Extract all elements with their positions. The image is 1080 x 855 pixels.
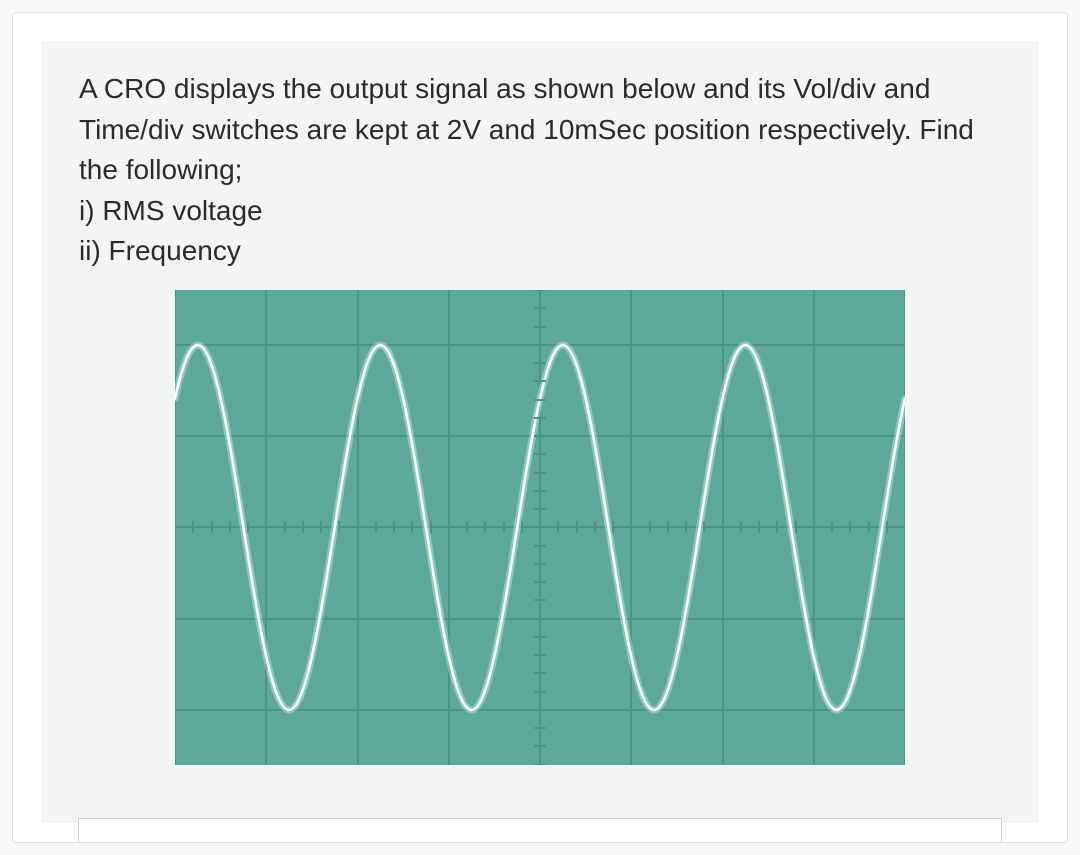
axis-tick-horizontal — [302, 521, 304, 533]
axis-tick-horizontal — [265, 521, 267, 533]
axis-tick-horizontal — [484, 521, 486, 533]
axis-tick-horizontal — [649, 521, 651, 533]
axis-tick-vertical — [534, 508, 546, 510]
axis-tick-vertical — [534, 691, 546, 693]
axis-tick-vertical — [534, 453, 546, 455]
axis-tick-vertical — [534, 380, 546, 382]
axis-tick-horizontal — [229, 521, 231, 533]
axis-tick-horizontal — [795, 521, 797, 533]
axis-tick-vertical — [534, 307, 546, 309]
axis-tick-vertical — [534, 727, 546, 729]
axis-tick-vertical — [534, 599, 546, 601]
axis-tick-vertical — [534, 764, 546, 765]
axis-tick-horizontal — [503, 521, 505, 533]
axis-tick-horizontal — [685, 521, 687, 533]
axis-tick-vertical — [534, 435, 546, 437]
axis-tick-vertical — [534, 636, 546, 638]
axis-tick-horizontal — [338, 521, 340, 533]
axis-tick-horizontal — [466, 521, 468, 533]
axis-tick-horizontal — [868, 521, 870, 533]
axis-tick-horizontal — [594, 521, 596, 533]
axis-tick-horizontal — [521, 521, 523, 533]
question-item-2: ii) Frequency — [79, 231, 1001, 272]
cro-display-container — [79, 290, 1001, 765]
axis-tick-horizontal — [612, 521, 614, 533]
axis-tick-horizontal — [813, 521, 815, 533]
axis-tick-horizontal — [831, 521, 833, 533]
question-container: A CRO displays the output signal as show… — [41, 41, 1039, 823]
axis-tick-horizontal — [557, 521, 559, 533]
cro-screen — [175, 290, 905, 765]
axis-tick-vertical — [534, 581, 546, 583]
axis-tick-horizontal — [758, 521, 760, 533]
axis-tick-horizontal — [357, 521, 359, 533]
axis-tick-horizontal — [411, 521, 413, 533]
question-item-1: i) RMS voltage — [79, 191, 1001, 232]
question-text: A CRO displays the output signal as show… — [79, 69, 1001, 272]
axis-tick-horizontal — [576, 521, 578, 533]
axis-tick-vertical — [534, 472, 546, 474]
axis-tick-horizontal — [667, 521, 669, 533]
axis-tick-horizontal — [192, 521, 194, 533]
axis-tick-vertical — [534, 545, 546, 547]
axis-tick-vertical — [534, 709, 546, 711]
axis-tick-horizontal — [284, 521, 286, 533]
axis-tick-horizontal — [849, 521, 851, 533]
axis-tick-horizontal — [740, 521, 742, 533]
axis-tick-vertical — [534, 618, 546, 620]
question-card: A CRO displays the output signal as show… — [12, 12, 1068, 843]
axis-tick-vertical — [534, 362, 546, 364]
axis-tick-horizontal — [722, 521, 724, 533]
axis-tick-horizontal — [448, 521, 450, 533]
axis-tick-horizontal — [375, 521, 377, 533]
axis-tick-vertical — [534, 526, 546, 528]
axis-tick-vertical — [534, 417, 546, 419]
axis-tick-horizontal — [247, 521, 249, 533]
axis-tick-horizontal — [175, 521, 176, 533]
answer-input-frame[interactable] — [78, 818, 1002, 842]
axis-tick-vertical — [534, 672, 546, 674]
axis-tick-horizontal — [630, 521, 632, 533]
axis-tick-vertical — [534, 290, 546, 291]
axis-tick-horizontal — [393, 521, 395, 533]
axis-tick-vertical — [534, 326, 546, 328]
axis-tick-vertical — [534, 490, 546, 492]
axis-tick-horizontal — [904, 521, 905, 533]
axis-tick-vertical — [534, 745, 546, 747]
axis-tick-vertical — [534, 344, 546, 346]
axis-tick-horizontal — [211, 521, 213, 533]
axis-tick-horizontal — [320, 521, 322, 533]
axis-tick-vertical — [534, 399, 546, 401]
question-intro: A CRO displays the output signal as show… — [79, 69, 1001, 191]
axis-tick-horizontal — [430, 521, 432, 533]
axis-tick-vertical — [534, 654, 546, 656]
axis-tick-horizontal — [703, 521, 705, 533]
axis-tick-horizontal — [776, 521, 778, 533]
axis-tick-horizontal — [886, 521, 888, 533]
axis-tick-vertical — [534, 563, 546, 565]
